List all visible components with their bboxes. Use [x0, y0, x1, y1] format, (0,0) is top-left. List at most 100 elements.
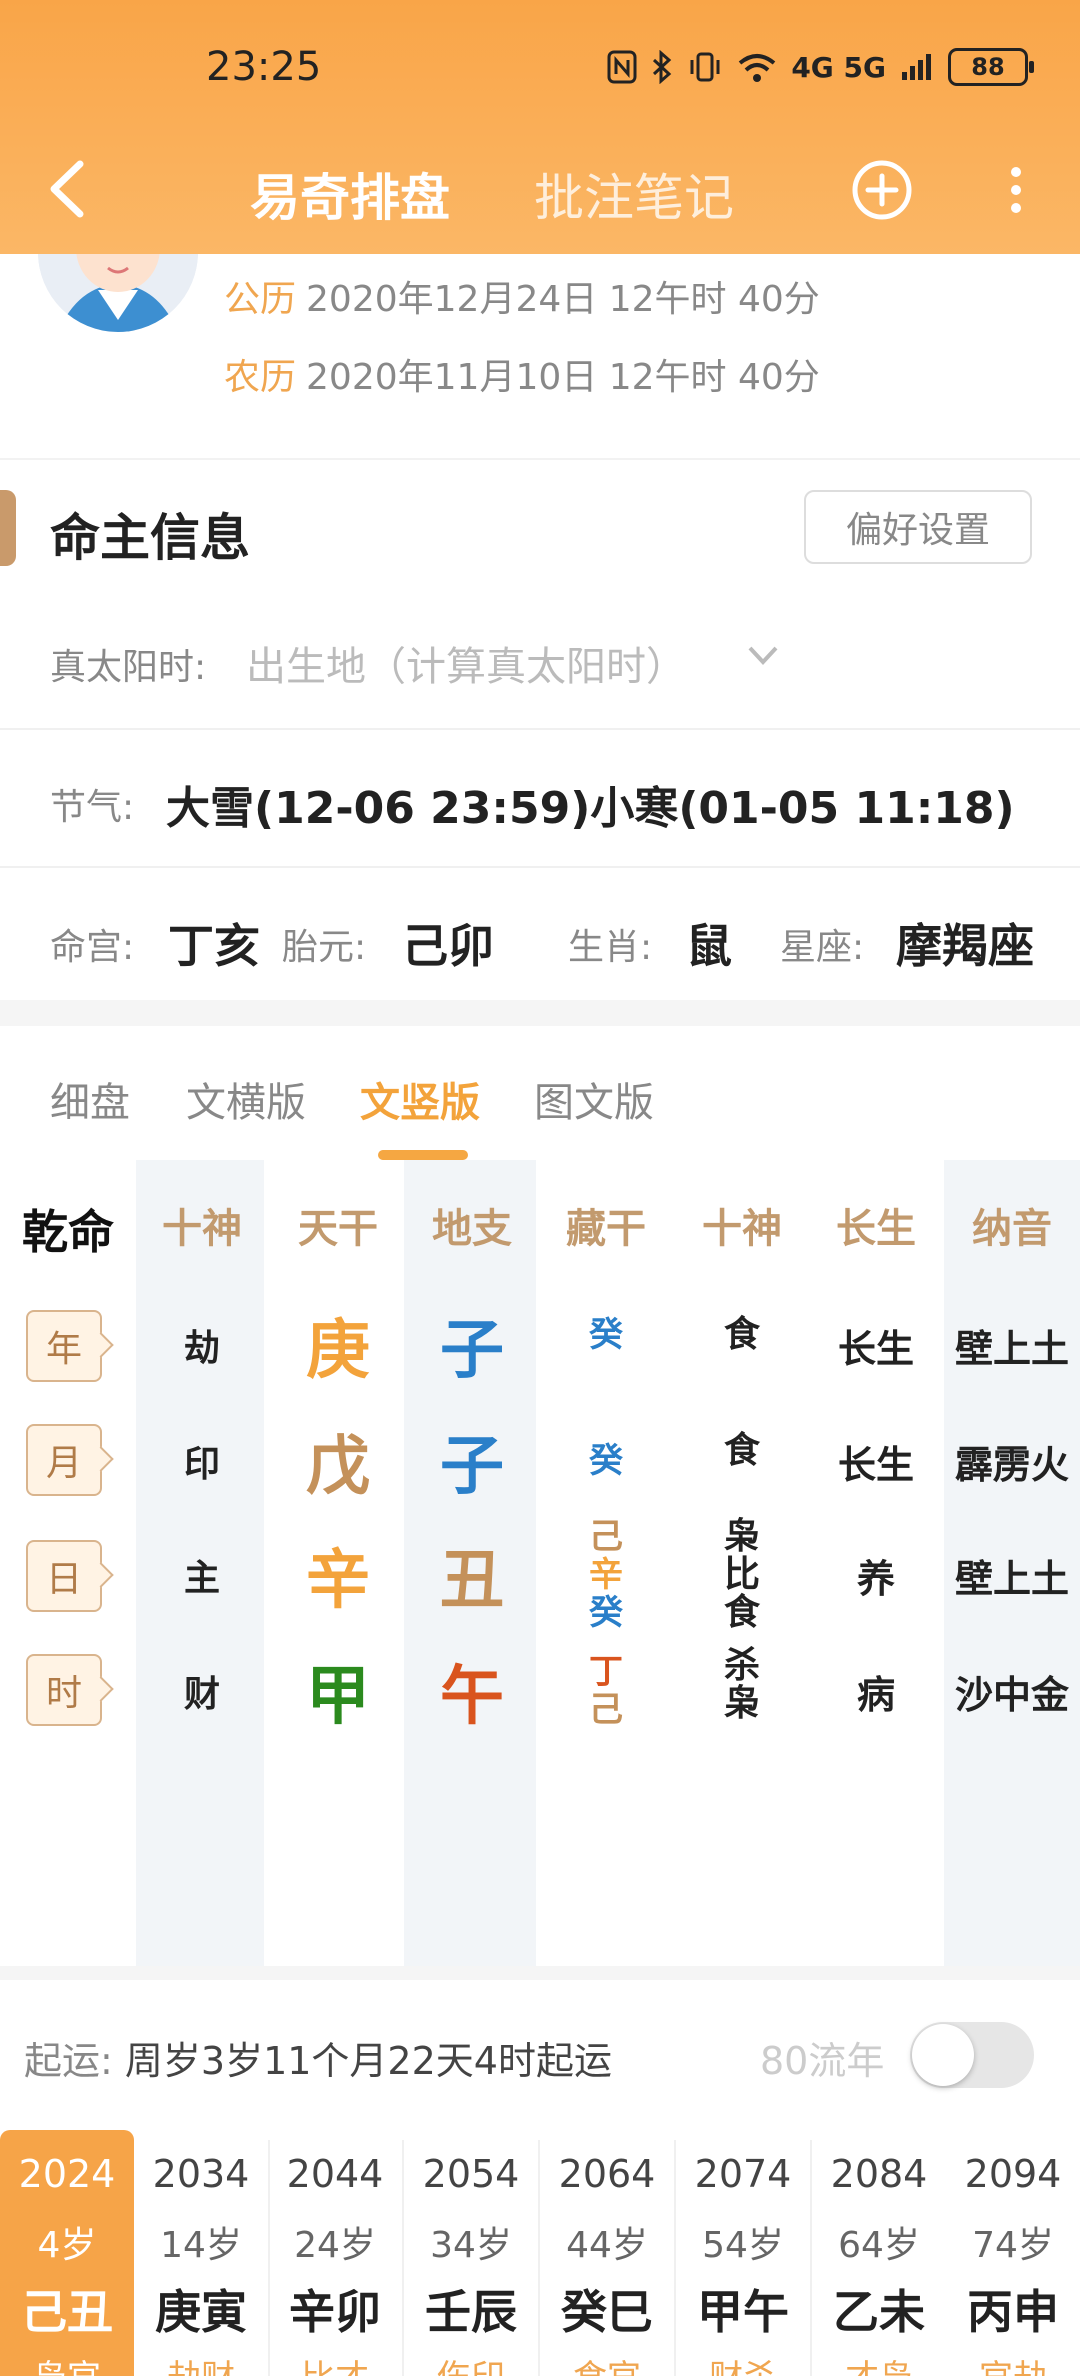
row-day-gan: 辛	[306, 1544, 370, 1618]
dayun-item[interactable]: 2084 64岁 乙未 才枭	[812, 2130, 946, 2376]
vibrate-icon	[690, 52, 720, 82]
lunar-date: 农历 2020年11月10日 12午时 40分	[224, 348, 820, 400]
shengxiao-label: 生肖:	[568, 927, 653, 968]
network-type: 4G 5G	[791, 50, 886, 84]
status-icons: 4G 5G 88	[607, 48, 1034, 86]
canggan-char: 癸	[589, 1315, 623, 1355]
dayun-shishen: 食官	[540, 2350, 674, 2376]
preference-settings-button[interactable]: 偏好设置	[804, 490, 1032, 564]
wifi-icon	[739, 54, 776, 82]
shishen-char: 枭	[723, 1683, 760, 1724]
chevron-down-icon[interactable]	[746, 638, 780, 672]
pillar-month: 月	[26, 1424, 102, 1496]
row-day-changsheng: 养	[856, 1556, 895, 1601]
header-nayin: 纳音	[972, 1206, 1052, 1252]
row-month-nayin: 霹雳火	[954, 1442, 1069, 1487]
solar-value: 2020年12月24日 12午时 40分	[306, 279, 820, 320]
more-vertical-icon[interactable]	[996, 160, 1036, 220]
row-hour-nayin: 沙中金	[954, 1672, 1069, 1717]
divider	[0, 728, 1080, 730]
dayun-age: 64岁	[838, 2225, 920, 2266]
pillar-hour: 时	[26, 1654, 102, 1726]
shishen-char: 食	[723, 1430, 760, 1471]
dayun-year: 2024	[18, 2152, 116, 2196]
row-year-canggan: 癸	[544, 1270, 668, 1400]
header-qianming: 乾命	[22, 1205, 114, 1259]
dayun-item[interactable]: 2074 54岁 甲午 财杀	[676, 2130, 810, 2376]
jieqi-value: 大雪(12-06 23:59)小寒(01-05 11:18)	[166, 783, 1015, 834]
section-gap	[0, 1000, 1080, 1026]
solar-time-row[interactable]: 真太阳时: 出生地（计算真太阳时）	[0, 620, 1080, 730]
dayun-age: 34岁	[430, 2225, 512, 2266]
status-bar: 23:25 4G 5G 88	[0, 0, 1080, 140]
solar-date: 公历 2020年12月24日 12午时 40分	[224, 270, 820, 322]
dayun-ganzhi: 癸巳	[561, 2285, 653, 2339]
header-shishen2: 十神	[702, 1206, 782, 1252]
dayun-ganzhi: 丙申	[967, 2285, 1059, 2339]
dayun-shishen: 才枭	[812, 2350, 946, 2376]
canggan-char: 癸	[589, 1441, 623, 1481]
dayun-item[interactable]: 2064 44岁 癸巳 食官	[540, 2130, 674, 2376]
layout-tabs: 细盘 文横版 文竖版 图文版	[0, 1060, 1080, 1170]
row-day-nayin: 壁上土	[954, 1556, 1069, 1601]
shengxiao-value: 鼠	[686, 919, 732, 973]
dayun-item[interactable]: 2044 24岁 辛卯 比才	[268, 2130, 402, 2376]
canggan-char: 己	[589, 1517, 623, 1557]
dayun-age: 4岁	[37, 2225, 97, 2266]
tab-tuwen[interactable]: 图文版	[534, 1070, 654, 1128]
nav-tab-notes[interactable]: 批注笔记	[534, 158, 734, 230]
row-hour-canggan: 丁 己	[544, 1626, 668, 1756]
liunian-label: 80流年	[760, 2039, 885, 2083]
dayun-item[interactable]: 2024 4岁 己丑 枭官	[0, 2130, 134, 2376]
dayun-item[interactable]: 2034 14岁 庚寅 劫财	[134, 2130, 268, 2376]
canggan-char: 己	[589, 1690, 623, 1730]
row-hour-changsheng: 病	[856, 1672, 895, 1717]
nav-tab-paipan[interactable]: 易奇排盘	[250, 158, 450, 230]
xingzuo-label: 星座:	[780, 927, 865, 968]
minggong-value: 丁亥	[168, 919, 260, 973]
xingzuo-value: 摩羯座	[896, 919, 1034, 973]
header-tiangan: 天干	[298, 1206, 378, 1252]
app-header: 23:25 4G 5G 88 易奇排盘 批注笔记	[0, 0, 1080, 254]
birthplace-select[interactable]: 出生地（计算真太阳时）	[246, 634, 686, 692]
row-year-changsheng: 长生	[837, 1326, 914, 1371]
dayun-age: 74岁	[972, 2225, 1054, 2266]
section-accent	[0, 490, 16, 566]
toggle-knob	[912, 2024, 974, 2086]
solar-time-label: 真太阳时:	[50, 647, 207, 688]
bluetooth-icon	[653, 50, 672, 84]
dayun-year: 2064	[558, 2152, 656, 2196]
dayun-ganzhi: 庚寅	[155, 2285, 247, 2339]
bazi-table: 乾命 十神 天干 地支 藏干 十神 长生 纳音 年 劫 庚 子 癸 食 长生 壁…	[0, 1160, 1080, 1966]
section-gap	[0, 1966, 1080, 1980]
dayun-shishen: 比才	[268, 2350, 402, 2376]
lunar-value: 2020年11月10日 12午时 40分	[306, 357, 820, 398]
row-year-shishen2: 食	[680, 1270, 804, 1400]
qiyun-value: 周岁3岁11个月22天4时起运	[124, 2039, 612, 2083]
row-hour-shishen: 财	[183, 1674, 220, 1715]
dayun-item[interactable]: 2054 34岁 壬辰 伤印	[404, 2130, 538, 2376]
shishen-char: 杀	[723, 1645, 760, 1686]
canggan-char: 辛	[589, 1555, 623, 1595]
dayun-strip: 2024 4岁 己丑 枭官 2034 14岁 庚寅 劫财 2044 24岁 辛卯…	[0, 2130, 1080, 2376]
tab-wenheng[interactable]: 文横版	[186, 1070, 306, 1128]
dayun-item[interactable]: 2094 74岁 丙申 官劫	[946, 2130, 1080, 2376]
taiyuan-label: 胎元:	[282, 927, 367, 968]
tab-xipan[interactable]: 细盘	[50, 1070, 130, 1128]
dayun-ganzhi: 辛卯	[289, 2285, 381, 2339]
dayun-year: 2094	[964, 2152, 1062, 2196]
liunian-toggle[interactable]	[910, 2022, 1034, 2088]
tab-wenshu[interactable]: 文竖版	[360, 1070, 480, 1128]
dayun-year: 2034	[152, 2152, 250, 2196]
row-hour-zhi: 午	[440, 1660, 504, 1734]
row-month-gan: 戊	[306, 1430, 370, 1504]
add-circle-icon[interactable]	[850, 158, 914, 222]
nfc-icon	[607, 50, 637, 84]
row-day-canggan: 己 辛 癸	[544, 1510, 668, 1640]
taiyuan-value: 己卯	[402, 919, 494, 973]
header-canggan: 藏干	[566, 1206, 646, 1252]
dayun-age: 24岁	[294, 2225, 376, 2266]
battery-indicator: 88	[948, 48, 1034, 86]
back-arrow-icon[interactable]	[40, 154, 100, 224]
divider	[0, 866, 1080, 868]
